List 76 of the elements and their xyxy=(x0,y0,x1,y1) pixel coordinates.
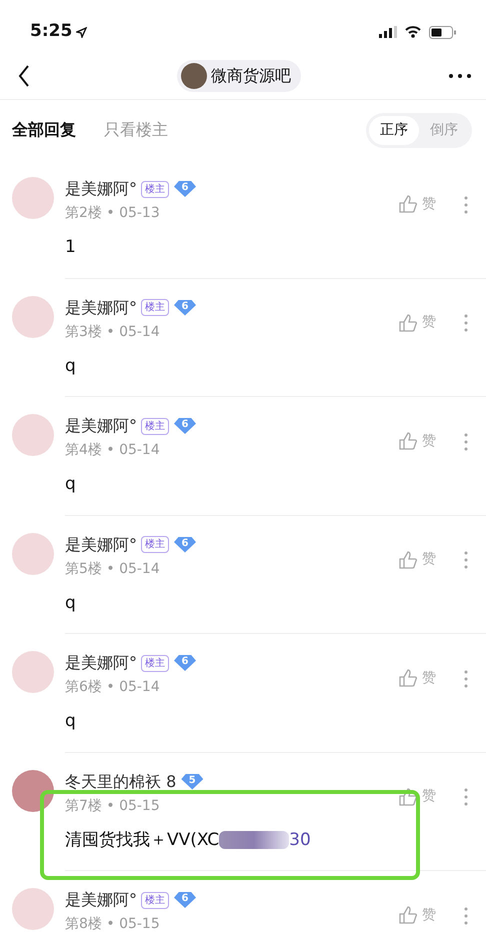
vertical-dots-icon xyxy=(464,432,468,451)
post-meta: 第3楼 • 05-14 xyxy=(65,322,161,342)
thumbs-up-icon xyxy=(399,550,417,568)
post-content: q xyxy=(65,710,76,733)
post-content: q xyxy=(65,473,76,496)
avatar xyxy=(12,532,54,574)
more-icon xyxy=(448,73,472,80)
avatar xyxy=(12,651,54,693)
post-meta: 第5楼 • 05-14 xyxy=(65,560,161,578)
avatar xyxy=(12,177,54,219)
thumbs-up-icon xyxy=(399,195,417,213)
filter-tab[interactable]: 全部回复 xyxy=(12,118,76,142)
vertical-dots-icon xyxy=(464,314,468,332)
vertical-dots-icon xyxy=(464,906,468,925)
post-content: 1 xyxy=(65,236,76,259)
author-tag: 楼主 xyxy=(141,654,169,672)
like-button[interactable]: 赞 xyxy=(399,312,436,333)
thumbs-up-icon xyxy=(399,906,417,924)
back-button[interactable] xyxy=(18,64,30,88)
post-content-tail: 30 xyxy=(289,828,311,852)
forum-avatar xyxy=(181,62,207,88)
back-chevron-icon xyxy=(18,65,30,88)
like-button[interactable]: 赞 xyxy=(399,904,436,926)
author-tag: 楼主 xyxy=(141,299,169,316)
thumbs-up-icon xyxy=(399,432,417,450)
author-tag: 楼主 xyxy=(141,536,169,553)
like-button[interactable]: 赞 xyxy=(399,430,436,452)
wifi-icon xyxy=(405,26,421,38)
forum-title-button[interactable]: 微商货源吧 xyxy=(177,60,301,92)
post-meta: 第7楼 • 05-15 xyxy=(65,796,161,816)
avatar xyxy=(12,888,54,930)
avatar xyxy=(12,770,54,812)
avatar xyxy=(12,296,54,338)
vertical-dots-icon xyxy=(464,670,468,688)
thumbs-up-icon xyxy=(399,314,417,332)
level-badge: 6 xyxy=(174,655,196,671)
username: 冬天里的棉袄 8 xyxy=(65,770,176,792)
level-badge: 6 xyxy=(174,418,196,434)
vertical-dots-icon xyxy=(464,196,468,214)
like-button[interactable]: 赞 xyxy=(399,549,436,570)
like-button[interactable]: 赞 xyxy=(399,786,436,807)
sort-option[interactable]: 倒序 xyxy=(419,116,469,144)
thumbs-up-icon xyxy=(399,669,417,687)
username: 是美娜阿° xyxy=(65,178,137,200)
location-arrow-icon xyxy=(76,26,88,38)
post-meta: 第8楼 • 05-15 xyxy=(65,915,161,934)
sort-option[interactable]: 正序 xyxy=(369,116,419,144)
username: 是美娜阿° xyxy=(65,652,137,674)
status-time: 5:25 xyxy=(30,20,72,44)
username: 是美娜阿° xyxy=(65,889,137,911)
author-tag: 楼主 xyxy=(141,892,169,908)
thumbs-up-icon xyxy=(399,788,417,806)
post-meta: 第4楼 • 05-14 xyxy=(65,441,161,460)
username: 是美娜阿° xyxy=(65,415,137,437)
level-badge: 6 xyxy=(174,300,196,316)
avatar xyxy=(12,414,54,456)
vertical-dots-icon xyxy=(464,551,468,570)
username: 是美娜阿° xyxy=(65,296,137,318)
level-badge: 6 xyxy=(174,536,196,552)
level-badge: 6 xyxy=(174,181,196,197)
author-tag: 楼主 xyxy=(141,180,169,198)
battery-icon xyxy=(429,26,456,38)
post-meta: 第2楼 • 05-13 xyxy=(65,204,161,223)
level-badge: 6 xyxy=(174,892,196,908)
username: 是美娜阿° xyxy=(65,534,137,556)
vertical-dots-icon xyxy=(464,788,468,806)
like-button[interactable]: 赞 xyxy=(399,668,436,688)
filter-tab[interactable]: 只看楼主 xyxy=(104,118,168,142)
level-badge: 5 xyxy=(181,774,204,790)
like-button[interactable]: 赞 xyxy=(399,194,436,214)
post-content: q xyxy=(65,354,76,378)
post-content: q xyxy=(65,592,76,614)
signal-icon xyxy=(379,26,397,38)
post-content: 清囤货找我＋VV(XC xyxy=(65,828,220,852)
author-tag: 楼主 xyxy=(141,418,169,434)
post-meta: 第6楼 • 05-14 xyxy=(65,678,161,697)
